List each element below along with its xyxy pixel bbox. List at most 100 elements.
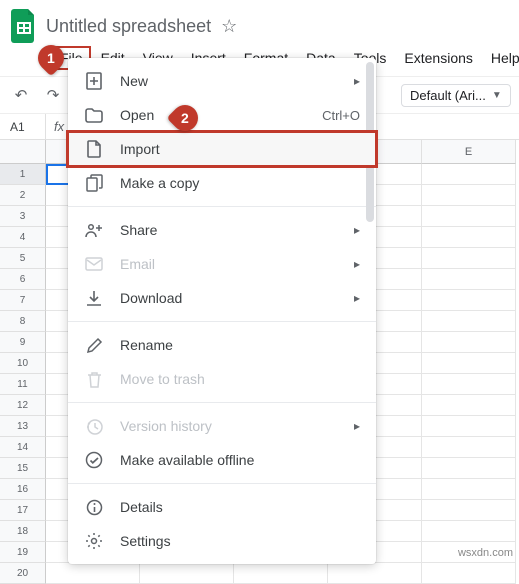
trash-icon bbox=[84, 369, 104, 389]
row-header[interactable]: 13 bbox=[0, 416, 46, 437]
row-header[interactable]: 9 bbox=[0, 332, 46, 353]
menu-item-open[interactable]: Open Ctrl+O bbox=[68, 98, 376, 132]
row-header[interactable]: 18 bbox=[0, 521, 46, 542]
history-icon bbox=[84, 416, 104, 436]
row-header[interactable]: 1 bbox=[0, 164, 46, 185]
row-header[interactable]: 20 bbox=[0, 563, 46, 584]
menu-item-label: Move to trash bbox=[120, 371, 360, 387]
cell[interactable] bbox=[328, 563, 422, 584]
menu-item-label: Email bbox=[120, 256, 338, 272]
cell[interactable] bbox=[422, 332, 516, 353]
cell[interactable] bbox=[140, 563, 234, 584]
submenu-arrow-icon: ▸ bbox=[354, 257, 360, 271]
menu-item-offline[interactable]: Make available offline bbox=[68, 443, 376, 477]
row-header[interactable]: 16 bbox=[0, 479, 46, 500]
cell[interactable] bbox=[422, 458, 516, 479]
menu-item-settings[interactable]: Settings bbox=[68, 524, 376, 558]
cell[interactable] bbox=[422, 437, 516, 458]
share-icon bbox=[84, 220, 104, 240]
column-header[interactable]: E bbox=[422, 140, 516, 164]
menu-separator bbox=[68, 483, 376, 484]
file-menu-dropdown: New ▸ Open Ctrl+O Import Make a copy Sha… bbox=[68, 58, 376, 564]
font-select[interactable]: Default (Ari... ▼ bbox=[401, 84, 511, 107]
new-icon bbox=[84, 71, 104, 91]
folder-icon bbox=[84, 105, 104, 125]
cell[interactable] bbox=[422, 227, 516, 248]
cell[interactable] bbox=[422, 353, 516, 374]
cell[interactable] bbox=[422, 185, 516, 206]
cell[interactable] bbox=[422, 521, 516, 542]
menu-item-version-history: Version history ▸ bbox=[68, 409, 376, 443]
cell[interactable] bbox=[422, 374, 516, 395]
row-header[interactable]: 19 bbox=[0, 542, 46, 563]
row-header[interactable]: 3 bbox=[0, 206, 46, 227]
menu-separator bbox=[68, 402, 376, 403]
cell[interactable] bbox=[422, 206, 516, 227]
menu-shortcut: Ctrl+O bbox=[322, 108, 360, 123]
row-header[interactable]: 17 bbox=[0, 500, 46, 521]
cell[interactable] bbox=[422, 269, 516, 290]
menu-item-label: Rename bbox=[120, 337, 360, 353]
document-title[interactable]: Untitled spreadsheet bbox=[46, 16, 211, 37]
cell[interactable] bbox=[422, 248, 516, 269]
cell[interactable] bbox=[234, 563, 328, 584]
sheets-logo[interactable] bbox=[10, 8, 38, 44]
cell[interactable] bbox=[422, 164, 516, 185]
row-header[interactable]: 6 bbox=[0, 269, 46, 290]
menu-item-move-to-trash: Move to trash bbox=[68, 362, 376, 396]
menu-item-label: Version history bbox=[120, 418, 338, 434]
menu-item-label: Make a copy bbox=[120, 175, 360, 191]
cell[interactable] bbox=[422, 290, 516, 311]
download-icon bbox=[84, 288, 104, 308]
row-header[interactable]: 14 bbox=[0, 437, 46, 458]
row-header[interactable]: 4 bbox=[0, 227, 46, 248]
menu-item-rename[interactable]: Rename bbox=[68, 328, 376, 362]
row-header[interactable]: 11 bbox=[0, 374, 46, 395]
cell[interactable] bbox=[422, 500, 516, 521]
menu-item-label: Settings bbox=[120, 533, 360, 549]
menu-item-label: Open bbox=[120, 107, 306, 123]
cell[interactable] bbox=[422, 311, 516, 332]
row-header[interactable]: 8 bbox=[0, 311, 46, 332]
submenu-arrow-icon: ▸ bbox=[354, 419, 360, 433]
submenu-arrow-icon: ▸ bbox=[354, 74, 360, 88]
menu-item-label: Download bbox=[120, 290, 338, 306]
menu-help[interactable]: Help bbox=[483, 46, 519, 70]
offline-icon bbox=[84, 450, 104, 470]
menu-item-details[interactable]: Details bbox=[68, 490, 376, 524]
star-icon[interactable]: ☆ bbox=[221, 16, 237, 37]
cell[interactable] bbox=[46, 563, 140, 584]
redo-button[interactable]: ↷ bbox=[40, 82, 66, 108]
row-header[interactable]: 5 bbox=[0, 248, 46, 269]
font-select-label: Default (Ari... bbox=[410, 88, 486, 103]
menu-item-label: New bbox=[120, 73, 338, 89]
row-header[interactable]: 12 bbox=[0, 395, 46, 416]
name-box[interactable]: A1 bbox=[0, 114, 46, 139]
menu-item-label: Make available offline bbox=[120, 452, 360, 468]
menu-item-download[interactable]: Download ▸ bbox=[68, 281, 376, 315]
menu-extensions[interactable]: Extensions bbox=[396, 46, 480, 70]
row-header[interactable]: 10 bbox=[0, 353, 46, 374]
row-header[interactable]: 2 bbox=[0, 185, 46, 206]
menu-item-label: Import bbox=[120, 141, 360, 157]
select-all-corner[interactable] bbox=[0, 140, 46, 164]
row-header[interactable]: 7 bbox=[0, 290, 46, 311]
menu-item-label: Share bbox=[120, 222, 338, 238]
cell[interactable] bbox=[422, 416, 516, 437]
undo-button[interactable]: ↶ bbox=[8, 82, 34, 108]
menu-separator bbox=[68, 206, 376, 207]
cell[interactable] bbox=[422, 395, 516, 416]
gear-icon bbox=[84, 531, 104, 551]
menu-item-new[interactable]: New ▸ bbox=[68, 64, 376, 98]
menu-item-import[interactable]: Import bbox=[68, 132, 376, 166]
menu-item-email: Email ▸ bbox=[68, 247, 376, 281]
submenu-arrow-icon: ▸ bbox=[354, 223, 360, 237]
menu-item-share[interactable]: Share ▸ bbox=[68, 213, 376, 247]
menu-separator bbox=[68, 321, 376, 322]
cell[interactable] bbox=[422, 563, 516, 584]
email-icon bbox=[84, 254, 104, 274]
row-header[interactable]: 15 bbox=[0, 458, 46, 479]
submenu-arrow-icon: ▸ bbox=[354, 291, 360, 305]
cell[interactable] bbox=[422, 479, 516, 500]
menu-item-make-copy[interactable]: Make a copy bbox=[68, 166, 376, 200]
